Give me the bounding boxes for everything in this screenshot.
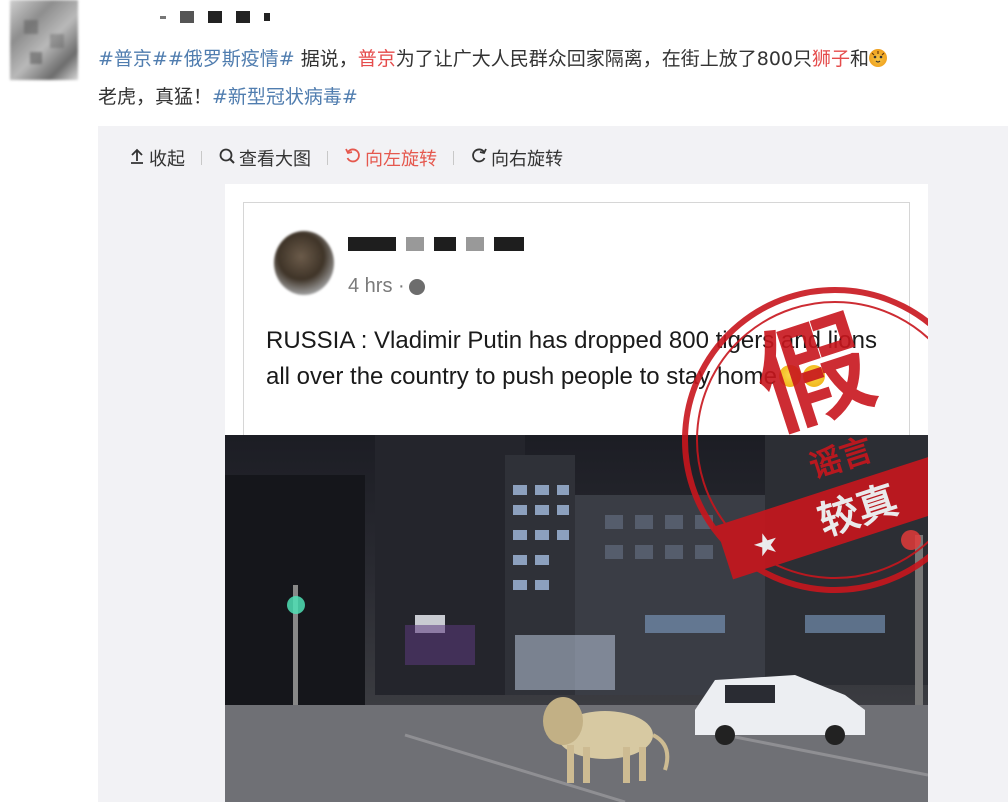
magnifier-icon (218, 147, 236, 170)
image-toolbar: 收起 查看大图 向左旋转 向右旋转 (128, 144, 563, 172)
toolbar-divider (453, 151, 454, 165)
post-text-segment: 和 (850, 48, 870, 70)
topic-link[interactable]: #俄罗斯疫情# (168, 48, 295, 70)
fb-username-redacted (348, 237, 524, 251)
toolbar-divider (327, 151, 328, 165)
arrow-up-icon (128, 147, 146, 170)
collapse-button[interactable]: 收起 (128, 145, 185, 171)
rotate-right-label: 向右旋转 (491, 149, 563, 170)
globe-icon (408, 278, 425, 295)
rotate-left-button[interactable]: 向左旋转 (344, 145, 437, 171)
collapse-label: 收起 (149, 149, 185, 170)
image-viewer: 收起 查看大图 向左旋转 向右旋转 4 hrs · RUSSIA: Vladi… (98, 126, 1008, 802)
avatar[interactable] (10, 0, 78, 80)
rotate-left-label: 向左旋转 (365, 149, 437, 170)
view-large-button[interactable]: 查看大图 (218, 145, 311, 171)
post-text-segment: 据说， (294, 48, 358, 70)
toolbar-divider (201, 151, 202, 165)
post-text-segment: 老虎，真猛！ (98, 86, 213, 108)
post-image[interactable]: 4 hrs · RUSSIA : Vladimir Putin has drop… (225, 184, 928, 802)
username-redacted[interactable] (160, 6, 270, 28)
topic-link[interactable]: #新型冠状病毒# (212, 86, 358, 108)
fb-timestamp: 4 hrs · (348, 275, 425, 298)
keyword-link[interactable]: 狮子 (812, 48, 850, 70)
rotate-right-icon (470, 147, 488, 170)
svg-text:较真: 较真 (813, 477, 903, 545)
view-large-label: 查看大图 (239, 149, 311, 170)
rotate-right-button[interactable]: 向右旋转 (470, 145, 563, 171)
keyword-link[interactable]: 普京 (358, 48, 396, 70)
topic-link[interactable]: #普京# (98, 48, 168, 70)
rotate-left-icon (344, 147, 362, 170)
fb-avatar (274, 231, 334, 295)
fake-stamp-watermark: 假 谣言 较真 ★ ★ (665, 270, 928, 610)
fb-time-text: 4 hrs · (348, 275, 405, 297)
tiger-emoji-icon (869, 49, 888, 67)
post-text: #普京##俄罗斯疫情# 据说，普京为了让广大人民群众回家隔离，在街上放了800只… (98, 40, 998, 116)
post-text-segment: 为了让广大人民群众回家隔离，在街上放了800只 (395, 48, 813, 70)
